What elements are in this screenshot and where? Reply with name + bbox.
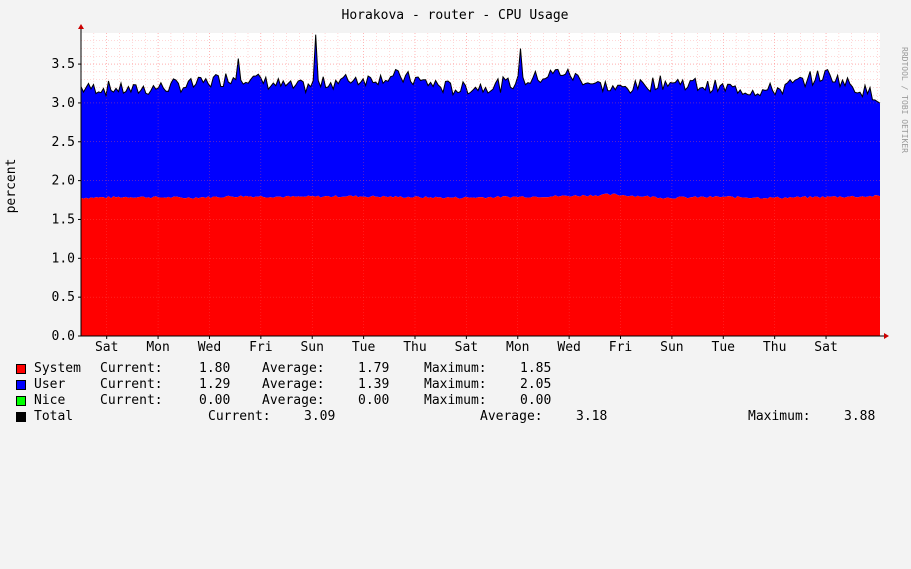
x-tick-label: Thu bbox=[403, 340, 426, 355]
system-current-label: Current: bbox=[100, 361, 163, 376]
x-tick-label: Fri bbox=[249, 340, 272, 355]
x-tick-label: Wed bbox=[557, 340, 580, 355]
x-tick-label: Wed bbox=[198, 340, 221, 355]
y-tick-label: 3.0 bbox=[52, 96, 75, 111]
y-tick-label: 3.5 bbox=[52, 57, 75, 72]
nice-average: 0.00 bbox=[358, 393, 390, 408]
y-tick-label: 2.5 bbox=[52, 135, 75, 150]
system-current: 1.80 bbox=[199, 361, 231, 376]
y-axis-label: percent bbox=[4, 159, 19, 214]
rrdtool-watermark: RRDTOOL / TOBI OETIKER bbox=[900, 47, 909, 153]
user-maximum: 2.05 bbox=[520, 377, 552, 392]
nice-swatch bbox=[16, 396, 26, 406]
user-name: User bbox=[34, 377, 66, 392]
nice-average-label: Average: bbox=[262, 393, 325, 408]
legend-row-nice: Nice Current: 0.00 Average: 0.00 Maximum… bbox=[16, 393, 551, 409]
total-name: Total bbox=[34, 409, 74, 424]
system-maximum: 1.85 bbox=[520, 361, 552, 376]
total-average-label: Average: bbox=[480, 409, 543, 424]
x-tick-label: Tue bbox=[712, 340, 736, 355]
series-system-area bbox=[81, 193, 880, 336]
total-maximum: 3.88 bbox=[844, 409, 876, 424]
x-tick-label: Tue bbox=[352, 340, 376, 355]
legend-row-user: User Current: 1.29 Average: 1.39 Maximum… bbox=[16, 377, 551, 393]
x-tick-label: Sun bbox=[300, 340, 323, 355]
user-average: 1.39 bbox=[358, 377, 390, 392]
user-current-label: Current: bbox=[100, 377, 163, 392]
x-tick-label: Thu bbox=[763, 340, 786, 355]
nice-name: Nice bbox=[34, 393, 66, 408]
y-axis-arrow bbox=[78, 24, 84, 29]
system-average-label: Average: bbox=[262, 361, 325, 376]
user-maximum-label: Maximum: bbox=[424, 377, 487, 392]
x-axis-arrow bbox=[884, 333, 889, 339]
total-maximum-label: Maximum: bbox=[748, 409, 811, 424]
system-swatch bbox=[16, 364, 26, 374]
legend-row-system: System Current: 1.80 Average: 1.79 Maxim… bbox=[16, 361, 551, 377]
total-current: 3.09 bbox=[304, 409, 336, 424]
total-average: 3.18 bbox=[576, 409, 608, 424]
y-tick-label: 0.0 bbox=[52, 329, 75, 344]
user-current: 1.29 bbox=[199, 377, 231, 392]
system-maximum-label: Maximum: bbox=[424, 361, 487, 376]
x-tick-label: Sat bbox=[455, 340, 478, 355]
x-tick-label: Sat bbox=[95, 340, 118, 355]
nice-current-label: Current: bbox=[100, 393, 163, 408]
total-current-label: Current: bbox=[208, 409, 271, 424]
x-tick-label: Mon bbox=[506, 340, 529, 355]
y-tick-label: 2.0 bbox=[52, 174, 75, 189]
chart-frame: Horakova - router - CPU Usage percent RR… bbox=[0, 0, 911, 432]
nice-maximum-label: Maximum: bbox=[424, 393, 487, 408]
plot-area: Sat Mon Wed Fri Sun Tue Thu Sat Mon Wed Fri Sun Tue T… bbox=[52, 24, 889, 355]
system-name: System bbox=[34, 361, 81, 376]
system-average: 1.79 bbox=[358, 361, 390, 376]
x-tick-label: Fri bbox=[609, 340, 632, 355]
nice-current: 0.00 bbox=[199, 393, 231, 408]
legend-row-total: Total Current: 3.09 Average: 3.18 Maximu… bbox=[16, 409, 875, 425]
y-tick-label: 0.5 bbox=[52, 290, 75, 305]
y-tick-label: 1.0 bbox=[52, 251, 75, 266]
nice-maximum: 0.00 bbox=[520, 393, 552, 408]
chart-title: Horakova - router - CPU Usage bbox=[342, 8, 569, 23]
x-tick-label: Sun bbox=[660, 340, 683, 355]
user-average-label: Average: bbox=[262, 377, 325, 392]
user-swatch bbox=[16, 380, 26, 390]
total-swatch bbox=[16, 412, 26, 422]
x-tick-label: Sat bbox=[814, 340, 837, 355]
y-tick-label: 1.5 bbox=[52, 212, 75, 227]
x-tick-label: Mon bbox=[146, 340, 169, 355]
